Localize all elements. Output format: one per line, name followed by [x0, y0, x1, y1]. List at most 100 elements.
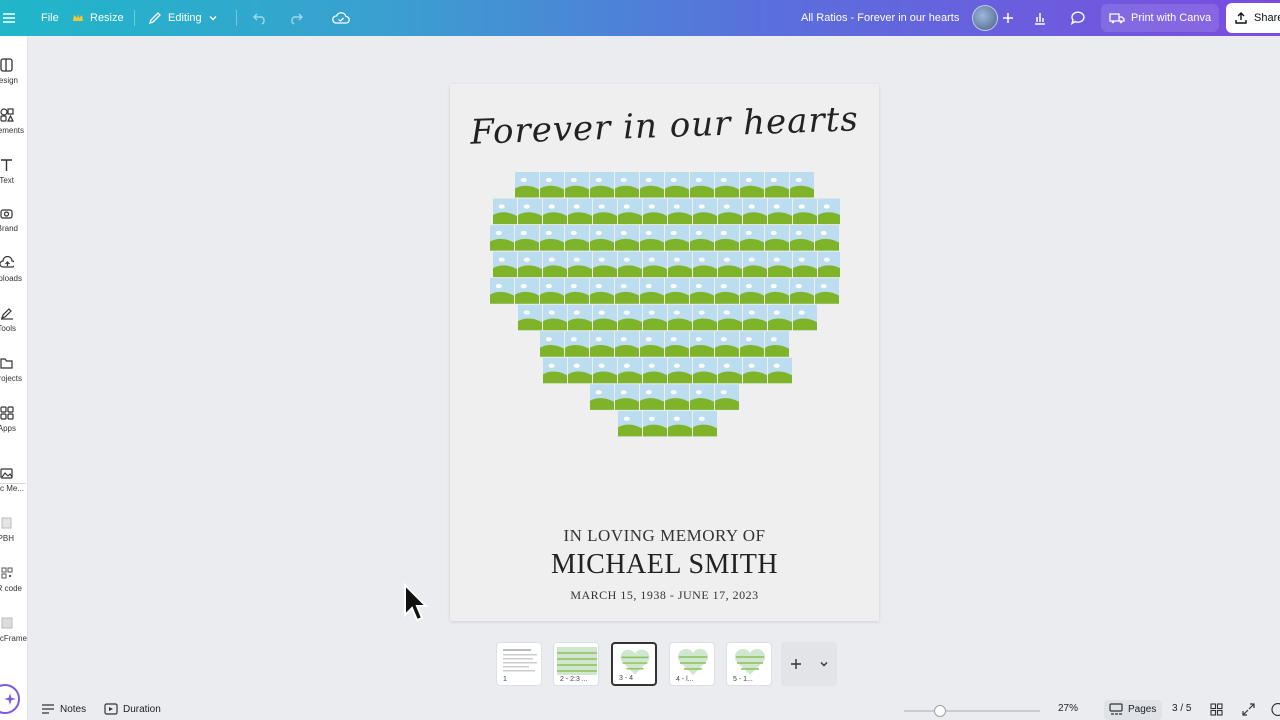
photo-tile[interactable]	[590, 384, 614, 410]
photo-tile[interactable]	[743, 304, 767, 331]
photo-tile[interactable]	[793, 304, 817, 331]
photo-tile[interactable]	[543, 198, 567, 225]
photo-tile[interactable]	[640, 384, 664, 410]
photo-tile[interactable]	[618, 198, 642, 225]
add-page-button[interactable]	[781, 642, 837, 686]
photo-tile[interactable]	[643, 410, 667, 437]
photo-tile[interactable]	[515, 225, 539, 251]
photo-tile[interactable]	[693, 251, 717, 278]
photo-tile[interactable]	[690, 172, 714, 198]
photo-tile[interactable]	[515, 172, 539, 198]
photo-tile[interactable]	[643, 251, 667, 278]
photo-tile[interactable]	[740, 172, 764, 198]
photo-tile[interactable]	[790, 278, 814, 304]
photo-tile[interactable]	[593, 251, 617, 278]
photo-tile[interactable]	[565, 278, 589, 304]
photo-tile[interactable]	[590, 331, 614, 357]
photo-tile[interactable]	[690, 225, 714, 251]
rail-item-design[interactable]: Design	[0, 54, 28, 98]
rail-item-tools[interactable]: Tools	[0, 302, 28, 346]
rail-item-text[interactable]: Text	[0, 154, 28, 198]
photo-tile[interactable]	[518, 198, 542, 225]
photo-tile[interactable]	[618, 357, 642, 384]
photo-tile[interactable]	[640, 331, 664, 357]
design-page[interactable]: Forever in our hearts IN LOVING MEMORY O…	[450, 84, 879, 621]
photo-tile[interactable]	[815, 225, 839, 251]
photo-tile[interactable]	[543, 304, 567, 331]
photo-tile[interactable]	[665, 225, 689, 251]
page-thumb-5[interactable]: 5 - 1...	[726, 642, 772, 686]
grid-view-button[interactable]	[1210, 703, 1223, 716]
photo-tile[interactable]	[690, 331, 714, 357]
photo-tile[interactable]	[543, 357, 567, 384]
photo-tile[interactable]	[668, 410, 692, 437]
photo-tile[interactable]	[715, 225, 739, 251]
memorial-dates[interactable]: MARCH 15, 1938 - JUNE 17, 2023	[450, 588, 879, 603]
photo-tile[interactable]	[540, 278, 564, 304]
photo-tile[interactable]	[643, 304, 667, 331]
script-title[interactable]: Forever in our hearts	[449, 99, 879, 154]
photo-tile[interactable]	[668, 198, 692, 225]
zoom-level[interactable]: 27%	[1058, 703, 1078, 714]
photo-tile[interactable]	[568, 198, 592, 225]
photo-tile[interactable]	[593, 357, 617, 384]
photo-tile[interactable]	[743, 251, 767, 278]
print-with-canva-button[interactable]: Print with Canva	[1101, 4, 1220, 32]
rail-item-brand[interactable]: Brand	[0, 202, 28, 246]
notes-button[interactable]: Notes	[41, 703, 86, 715]
photo-tile[interactable]	[768, 198, 792, 225]
photo-tile[interactable]	[768, 251, 792, 278]
photo-tile[interactable]	[818, 251, 840, 278]
rail-item-qr-code[interactable]: QR code	[0, 562, 28, 606]
memorial-name[interactable]: MICHAEL SMITH	[450, 549, 879, 581]
photo-tile[interactable]	[643, 198, 667, 225]
menu-button[interactable]	[2, 0, 16, 36]
photo-tile[interactable]	[790, 225, 814, 251]
photo-tile[interactable]	[615, 225, 639, 251]
photo-tile[interactable]	[790, 172, 814, 198]
fullscreen-button[interactable]	[1242, 703, 1255, 716]
photo-tile[interactable]	[765, 225, 789, 251]
photo-tile[interactable]	[693, 410, 717, 437]
avatar[interactable]	[972, 5, 998, 31]
photo-tile[interactable]	[593, 304, 617, 331]
photo-tile[interactable]	[518, 251, 542, 278]
photo-tile[interactable]	[715, 384, 739, 410]
photo-tile[interactable]	[693, 198, 717, 225]
photo-tile[interactable]	[718, 198, 742, 225]
rail-item-elements[interactable]: Elements	[0, 104, 28, 148]
photo-tile[interactable]	[715, 278, 739, 304]
photo-tile[interactable]	[568, 304, 592, 331]
photo-tile[interactable]	[693, 357, 717, 384]
photo-tile[interactable]	[818, 198, 840, 225]
share-button[interactable]: Share	[1226, 3, 1280, 33]
duration-button[interactable]: Duration	[104, 703, 161, 715]
photo-tile[interactable]	[768, 304, 792, 331]
photo-tile[interactable]	[543, 251, 567, 278]
photo-tile[interactable]	[615, 331, 639, 357]
heart-photo-collage[interactable]	[490, 172, 840, 517]
rail-item-uploads[interactable]: Uploads	[0, 252, 28, 296]
photo-tile[interactable]	[615, 278, 639, 304]
photo-tile[interactable]	[765, 278, 789, 304]
photo-tile[interactable]	[493, 251, 517, 278]
photo-tile[interactable]	[618, 410, 642, 437]
photo-tile[interactable]	[793, 251, 817, 278]
photo-tile[interactable]	[765, 331, 789, 357]
photo-tile[interactable]	[518, 304, 542, 331]
file-menu[interactable]: File	[41, 0, 59, 36]
rail-item-magic-media[interactable]: Magic Me...	[0, 462, 28, 506]
memory-heading[interactable]: IN LOVING MEMORY OF	[450, 526, 879, 546]
photo-tile[interactable]	[668, 357, 692, 384]
photo-tile[interactable]	[515, 278, 539, 304]
photo-tile[interactable]	[565, 225, 589, 251]
rail-item-projects[interactable]: Projects	[0, 352, 28, 396]
photo-tile[interactable]	[540, 225, 564, 251]
document-title[interactable]: All Ratios - Forever in our hearts	[801, 0, 959, 36]
undo-button[interactable]	[252, 0, 268, 36]
photo-tile[interactable]	[743, 198, 767, 225]
photo-tile[interactable]	[590, 225, 614, 251]
zoom-slider-track[interactable]	[904, 710, 1040, 712]
photo-tile[interactable]	[740, 278, 764, 304]
photo-tile[interactable]	[665, 172, 689, 198]
